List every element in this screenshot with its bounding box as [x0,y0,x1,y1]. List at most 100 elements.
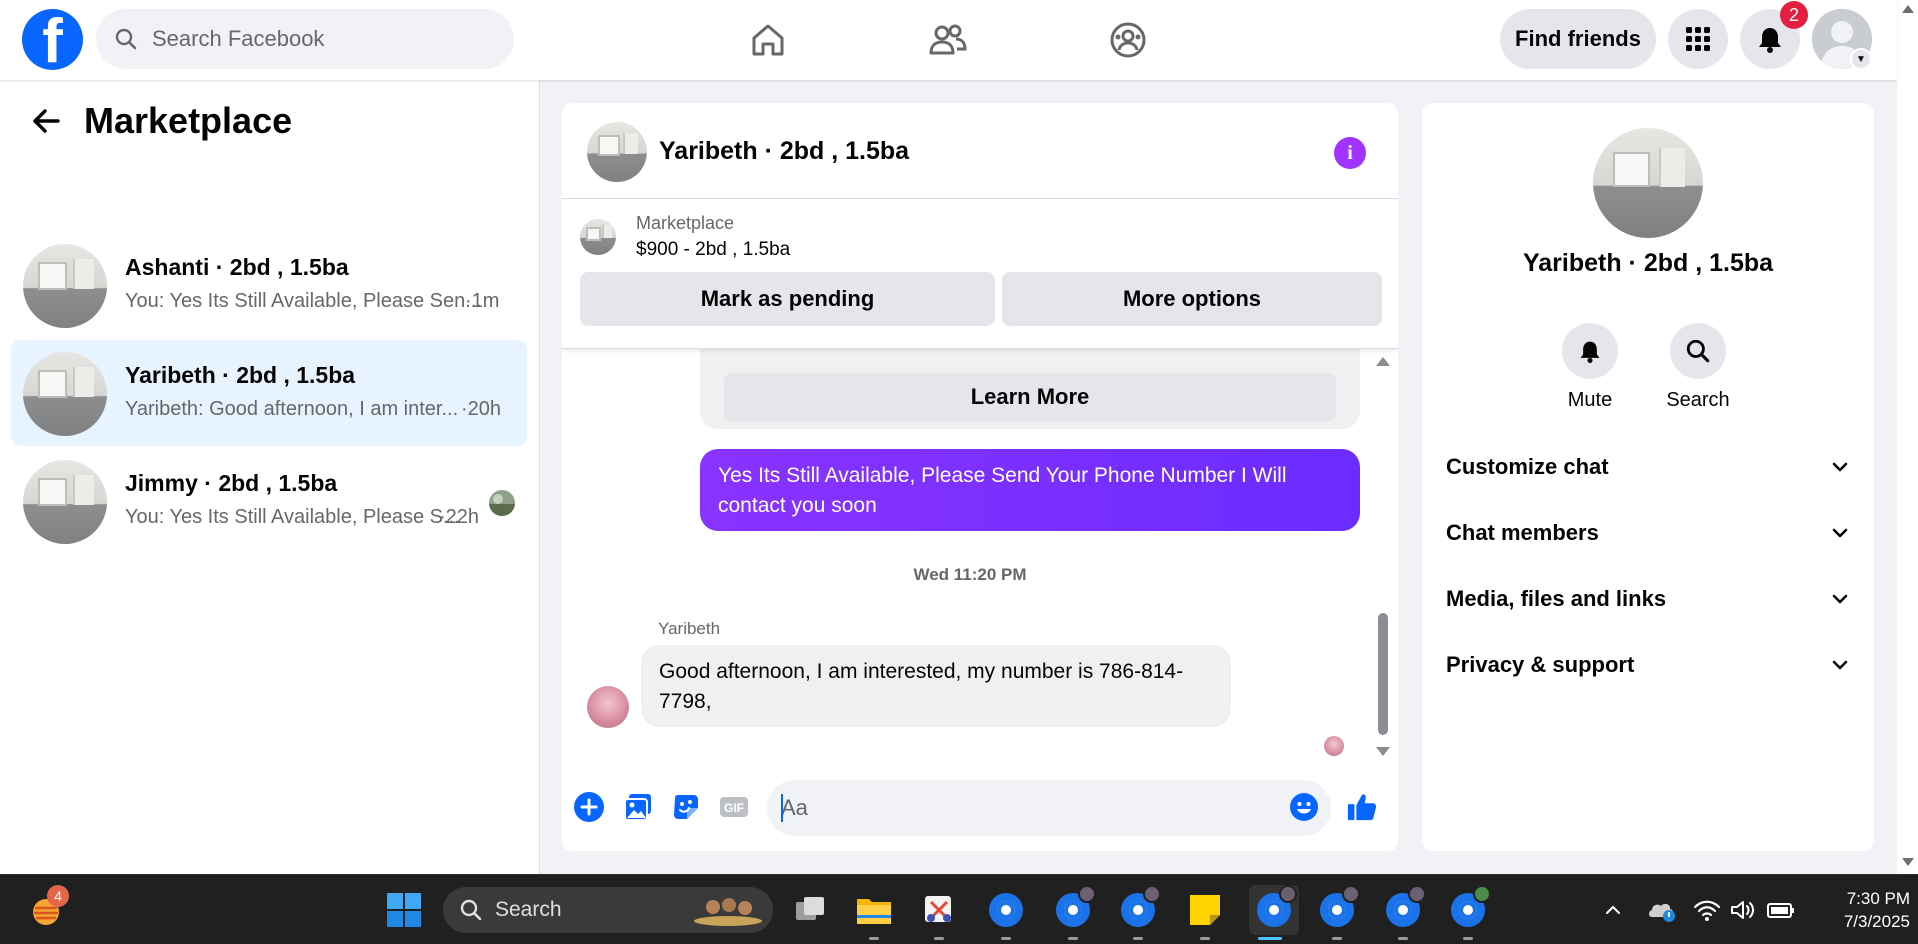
system-clock[interactable]: 7:30 PM 7/3/2025 [1810,887,1910,933]
snipping-tool-icon[interactable] [918,889,960,931]
search-highlight-icon [694,898,762,926]
sticker-icon[interactable] [670,791,702,823]
conversation-item[interactable]: Jimmy · 2bd , 1.5ba You: Yes Its Still A… [11,448,527,554]
conversation-preview: Yaribeth: Good afternoon, I am inter... [125,398,459,420]
running-indicator [1001,937,1011,940]
notification-badge: 2 [1780,1,1808,29]
gif-icon[interactable]: GIF [718,791,750,823]
search-in-conversation-button[interactable]: Search [1648,323,1748,412]
page-title: Marketplace [84,100,293,141]
svg-text:GIF: GIF [724,801,744,815]
message-card: Learn More [700,349,1360,429]
conversation-item[interactable]: Ashanti · 2bd , 1.5ba You: Yes Its Still… [11,232,527,338]
window-scrollbar[interactable] [1897,0,1918,874]
conversation-name: Yaribeth · 2bd , 1.5ba [125,362,356,388]
running-indicator [934,937,944,940]
section-label: Chat members [1446,520,1599,545]
info-icon[interactable]: i [1334,137,1366,169]
battery-icon[interactable] [1760,889,1802,931]
conversation-preview: You: Yes Its Still Available, Please Sen… [125,290,482,312]
scroll-up-arrow[interactable] [1902,5,1914,13]
chrome-profile-icon-active[interactable] [1249,885,1299,935]
task-view-icon[interactable] [789,889,831,931]
listing-thumbnail[interactable] [587,122,647,182]
emoji-icon[interactable] [1288,791,1320,823]
conversation-name: Jimmy · 2bd , 1.5ba [125,470,338,496]
windows-taskbar: 4 Search 7:30 PM 7/3/2025 [0,874,1918,944]
listing-thumbnail [580,219,616,255]
menu-grid-icon[interactable] [1668,9,1728,69]
chevron-down-icon[interactable]: ▼ [1850,48,1872,70]
running-indicator [1068,937,1078,940]
chrome-profile-icon[interactable] [1316,885,1360,931]
chrome-profile-icon[interactable] [1052,885,1096,931]
chat-members-section[interactable]: Chat members [1446,505,1850,561]
find-friends-button[interactable]: Find friends [1500,9,1656,69]
chrome-profile-icon[interactable] [1447,885,1491,931]
chevron-up-icon[interactable] [1592,889,1634,931]
search-placeholder: Search Facebook [152,26,325,51]
chevron-down-icon [1832,660,1848,670]
listing-thumbnail [23,460,107,544]
groups-icon[interactable] [1100,12,1156,68]
sticky-notes-icon[interactable] [1184,889,1226,931]
listing-price[interactable]: $900 - 2bd , 1.5ba [636,239,790,261]
facebook-search[interactable]: Search Facebook [96,9,514,69]
friends-icon[interactable] [920,12,976,68]
incoming-message[interactable]: Good afternoon, I am interested, my numb… [641,645,1231,727]
privacy-support-section[interactable]: Privacy & support [1446,637,1850,693]
listing-thumbnail [23,244,107,328]
mute-button[interactable]: Mute [1540,323,1640,412]
listing-thumbnail [23,352,107,436]
file-explorer-icon[interactable] [853,889,895,931]
mute-label: Mute [1567,389,1613,411]
top-navigation-bar: f Search Facebook Find friends 2 ▼ [0,0,1897,80]
scrollbar-thumb[interactable] [1378,613,1388,735]
chevron-down-icon [1832,528,1848,538]
media-files-links-section[interactable]: Media, files and links [1446,571,1850,627]
clock-date: 7/3/2025 [1843,912,1910,931]
volume-icon[interactable] [1722,889,1764,931]
chrome-icon[interactable] [985,889,1027,931]
home-icon[interactable] [740,12,796,68]
outgoing-message[interactable]: Yes Its Still Available, Please Send You… [700,449,1360,531]
clock-time: 7:30 PM [1846,889,1910,908]
read-receipt-avatar [1324,736,1344,756]
thumbs-up-icon[interactable] [1346,791,1378,823]
windows-start-icon[interactable] [383,889,425,931]
search-label: Search [1666,389,1730,411]
chrome-profile-icon[interactable] [1117,885,1161,931]
facebook-logo[interactable]: f [22,9,83,70]
photo-icon[interactable] [622,791,654,823]
message-thread[interactable]: Learn More Yes Its Still Available, Plea… [562,349,1398,769]
chat-title[interactable]: Yaribeth · 2bd , 1.5ba [659,137,909,166]
scroll-up-arrow[interactable] [1376,357,1390,366]
conversation-time: ·20h [461,398,502,420]
running-indicator [1133,937,1143,940]
search-icon [1670,323,1726,379]
conversation-item-active[interactable]: Yaribeth · 2bd , 1.5ba Yaribeth: Good af… [11,340,527,446]
more-options-button[interactable]: More options [1002,272,1382,326]
taskbar-search[interactable]: Search [443,887,773,933]
section-label: Customize chat [1446,454,1609,479]
back-arrow-icon[interactable] [30,105,62,137]
chrome-profile-icon[interactable] [1382,885,1426,931]
search-icon [115,28,137,50]
active-window-indicator [1258,937,1282,940]
chat-panel: Yaribeth · 2bd , 1.5ba i Marketplace $90… [562,103,1398,851]
sender-avatar[interactable] [587,686,629,728]
message-input[interactable] [767,780,1331,836]
search-icon [460,899,482,921]
marketplace-header: Marketplace [30,100,292,142]
onedrive-icon[interactable] [1640,889,1682,931]
mark-as-pending-button[interactable]: Mark as pending [580,272,995,326]
chevron-down-icon [1832,462,1848,472]
scroll-down-arrow[interactable] [1902,858,1914,866]
customize-chat-section[interactable]: Customize chat [1446,439,1850,495]
sender-name: Yaribeth [658,619,721,638]
learn-more-button[interactable]: Learn More [724,373,1336,421]
scroll-down-arrow[interactable] [1376,747,1390,756]
message-timestamp: Wed 11:20 PM [913,565,1027,584]
plus-icon[interactable] [573,791,605,823]
conversation-preview: You: Yes Its Still Available, Please S..… [125,506,460,528]
